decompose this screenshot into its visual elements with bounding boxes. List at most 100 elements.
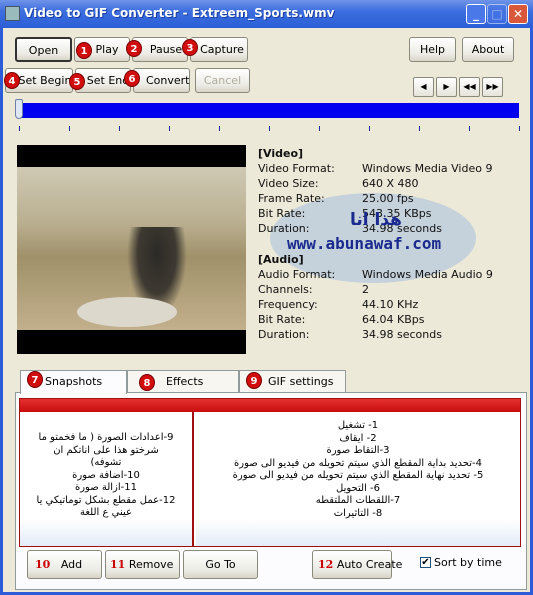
badge-8: 8 [139, 374, 155, 391]
info-key: Bit Rate: [258, 207, 306, 220]
step-forward-button[interactable]: ▶ [436, 77, 457, 97]
window-title: Video to GIF Converter - Extreem_Sports.… [24, 6, 335, 20]
note-line: 2- ايقاف [339, 432, 377, 444]
info-value: 64.04 KBps [362, 313, 425, 326]
badge-1: 1 [76, 42, 92, 59]
badge-4: 4 [4, 72, 20, 89]
timeline-tick [219, 126, 220, 131]
timeline-tick [169, 126, 170, 131]
badge-3: 3 [182, 39, 198, 56]
auto-create-label: Auto Create [336, 558, 403, 571]
note-line: 3-التقاط صورة [326, 445, 390, 456]
info-key: Channels: [258, 283, 313, 296]
video-frame [17, 167, 246, 330]
notes-left: 9-اعدادات الصورة ( ما فخمتو ما شرختو هذا … [20, 412, 194, 546]
note-line: 7-اللقطات الملتقطه [315, 495, 401, 506]
note-line: 11-ازالة صورة [74, 482, 138, 493]
maximize-button[interactable]: □ [487, 4, 507, 24]
info-value: Windows Media Video 9 [362, 162, 493, 175]
note-line: 4-تحديد بداية المقطع الذي سيتم تحويله من… [234, 457, 482, 469]
surfboard-image [77, 297, 177, 327]
watermark-url: www.abunawaf.com [287, 234, 442, 253]
video-header: [Video] [258, 147, 304, 160]
minimize-button[interactable]: _ [466, 4, 486, 24]
info-value: 44.10 KHz [362, 298, 419, 311]
go-to-button[interactable]: Go To [183, 550, 258, 579]
note-line: عيني ع اللغة [80, 507, 132, 518]
video-info-row: Frame Rate: 25.00 fps [258, 192, 526, 206]
badge-2: 2 [126, 40, 142, 57]
app-icon [5, 6, 20, 21]
info-key: Video Format: [258, 162, 335, 175]
video-preview [17, 145, 246, 354]
info-key: Duration: [258, 328, 310, 341]
capture-button[interactable]: Capture [190, 37, 248, 62]
fast-forward-button[interactable]: ▶▶ [482, 77, 503, 97]
timeline-tick [469, 126, 470, 131]
note-line: 1- تشغيل [337, 420, 379, 431]
title-bar: Video to GIF Converter - Extreem_Sports.… [0, 0, 533, 28]
snapshots-list[interactable]: 9-اعدادات الصورة ( ما فخمتو ما شرختو هذا … [19, 398, 521, 547]
about-button[interactable]: About [462, 37, 514, 62]
audio-info-row: Channels: 2 [258, 283, 526, 297]
help-button[interactable]: Help [409, 37, 456, 62]
timeline-tick [319, 126, 320, 131]
timeline-track[interactable] [17, 103, 519, 118]
info-key: Audio Format: [258, 268, 336, 281]
sort-by-time-label[interactable]: Sort by time [434, 556, 524, 569]
label-num: 10 [35, 558, 51, 571]
watermark-arabic: هذا انا [350, 210, 402, 230]
note-line: 10-اضافة صورة [72, 469, 140, 481]
step-back-button[interactable]: ◀ [413, 77, 434, 97]
open-button[interactable]: Open [15, 37, 72, 62]
info-key: Frame Rate: [258, 192, 325, 205]
badge-7: 7 [27, 371, 43, 388]
badge-5: 5 [69, 73, 85, 90]
note-line: 5- تحديد نهاية المقطع الذي سيتم تحويله م… [232, 470, 484, 481]
timeline-tick [119, 126, 120, 131]
info-key: Video Size: [258, 177, 319, 190]
video-info-row: Video Format: Windows Media Video 9 [258, 162, 526, 176]
list-header [20, 399, 520, 412]
label-num: 12 [318, 558, 334, 571]
info-key: Bit Rate: [258, 313, 306, 326]
audio-info-row: Bit Rate: 64.04 KBps [258, 313, 526, 327]
note-line: 6- التحويل [336, 482, 380, 494]
note-line: 8- التاثيرات [333, 507, 383, 519]
note-line: تشوفه) [90, 457, 122, 468]
info-value: 640 X 480 [362, 177, 419, 190]
info-value: 25.00 fps [362, 192, 414, 205]
timeline-tick [269, 126, 270, 131]
info-key: Frequency: [258, 298, 318, 311]
add-button[interactable]: 10 Add [27, 550, 102, 579]
info-value: 2 [362, 283, 369, 296]
video-info-row: Video Size: 640 X 480 [258, 177, 526, 191]
timeline-tick [519, 126, 520, 131]
timeline-tick [19, 126, 20, 131]
audio-header: [Audio] [258, 253, 304, 266]
rewind-button[interactable]: ◀◀ [459, 77, 480, 97]
timeline-tick [369, 126, 370, 131]
timeline-tick [419, 126, 420, 131]
badge-9: 9 [246, 372, 262, 389]
remove-button[interactable]: 11 Remove [105, 550, 180, 579]
info-value: 34.98 seconds [362, 328, 442, 341]
cancel-button[interactable]: Cancel [195, 68, 250, 93]
convert-button[interactable]: Convert [133, 68, 190, 93]
timeline-thumb[interactable] [15, 99, 23, 119]
notes-right: 1- تشغيل 2- ايقاف 3-التقاط صورة 4-تحديد بدا… [196, 412, 520, 546]
note-line: 12-عمل مقطع بشكل توماتيكي يا [36, 494, 176, 506]
auto-create-button[interactable]: 12 Auto Create [312, 550, 402, 579]
label-num: 11 [110, 558, 126, 571]
note-line: شرختو هذا على اناتكم ان [53, 444, 159, 456]
close-button[interactable]: ✕ [508, 4, 528, 24]
note-line: 9-اعدادات الصورة ( ما فخمتو ما [38, 432, 174, 443]
info-value: Windows Media Audio 9 [362, 268, 493, 281]
audio-info-row: Audio Format: Windows Media Audio 9 [258, 268, 526, 282]
remove-label: Remove [128, 558, 174, 571]
app-window: Video to GIF Converter - Extreem_Sports.… [0, 0, 533, 595]
audio-info-row: Frequency: 44.10 KHz [258, 298, 526, 312]
sort-by-time-checkbox[interactable]: ✔ [420, 557, 431, 568]
add-label: Add [60, 558, 83, 571]
badge-6: 6 [124, 70, 140, 87]
